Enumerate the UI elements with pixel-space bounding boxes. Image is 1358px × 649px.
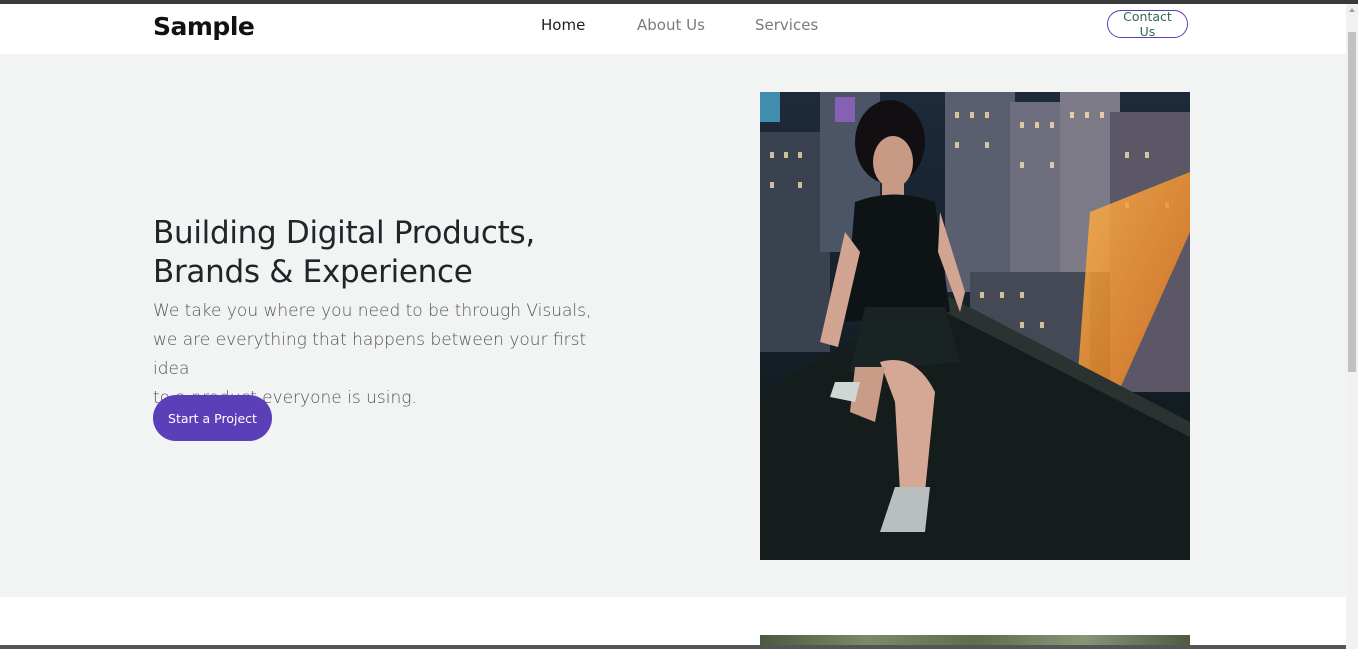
- contact-us-button[interactable]: Contact Us: [1107, 9, 1188, 39]
- hero-desc-line-1: We take you where you need to be through…: [153, 301, 592, 321]
- hero-title: Building Digital Products, Brands & Expe…: [153, 214, 613, 292]
- scroll-up-arrow-icon[interactable]: [1349, 8, 1355, 12]
- nav-link-home[interactable]: Home: [541, 16, 585, 34]
- nav-link-services[interactable]: Services: [755, 16, 818, 34]
- hero-title-line-2: Brands & Experience: [153, 254, 473, 290]
- start-project-button[interactable]: Start a Project: [153, 395, 272, 441]
- next-section: [0, 597, 1346, 649]
- hero-title-line-1: Building Digital Products,: [153, 215, 535, 251]
- scrollbar-thumb[interactable]: [1348, 32, 1356, 372]
- hero-photo-illustration: [760, 92, 1190, 560]
- bottom-edge: [0, 645, 1346, 649]
- navbar: Sample Home About Us Services Contact Us: [0, 4, 1346, 54]
- hero-desc-line-2: we are everything that happens between y…: [153, 330, 587, 379]
- hero-photo: [760, 92, 1190, 560]
- hero-section: Building Digital Products, Brands & Expe…: [0, 54, 1346, 597]
- nav-link-about-us[interactable]: About Us: [637, 16, 705, 34]
- brand-logo[interactable]: Sample: [153, 12, 255, 41]
- page-scrollbar[interactable]: [1346, 4, 1358, 649]
